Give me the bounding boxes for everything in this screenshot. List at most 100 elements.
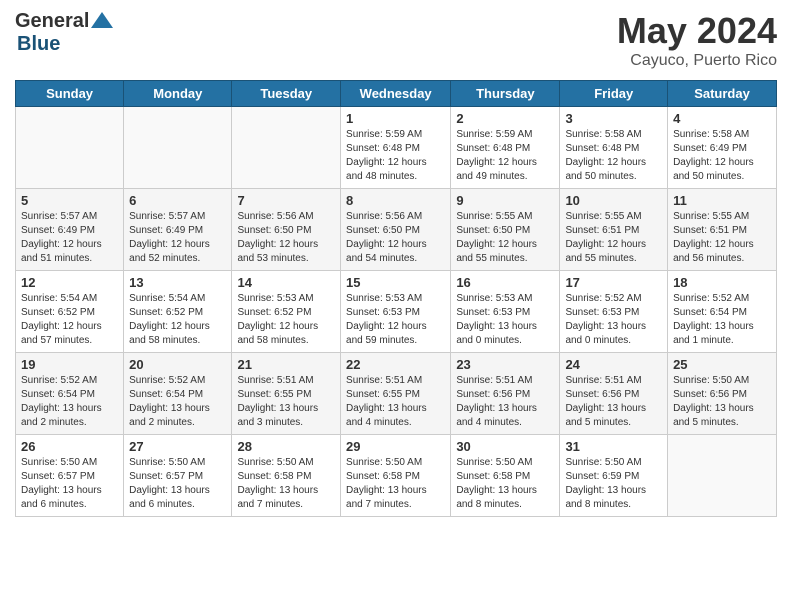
day-info: Sunrise: 5:51 AM Sunset: 6:55 PM Dayligh… — [237, 374, 335, 430]
day-number: 14 — [237, 275, 335, 290]
calendar-cell: 16 Sunrise: 5:53 AM Sunset: 6:53 PM Dayli… — [451, 271, 560, 353]
day-info: Sunrise: 5:54 AM Sunset: 6:52 PM Dayligh… — [129, 292, 226, 348]
calendar-cell: 19 Sunrise: 5:52 AM Sunset: 6:54 PM Dayli… — [16, 353, 124, 435]
calendar-cell — [668, 435, 777, 517]
calendar-cell: 7Sunrise: 5:56 AM Sunset: 6:50 PM Daylig… — [232, 189, 341, 271]
day-info: Sunrise: 5:59 AM Sunset: 6:48 PM Dayligh… — [456, 128, 554, 184]
day-header-thursday: Thursday — [451, 81, 560, 107]
day-number: 22 — [346, 357, 445, 372]
calendar-cell: 31 Sunrise: 5:50 AM Sunset: 6:59 PM Dayli… — [560, 435, 668, 517]
day-info: Sunrise: 5:50 AM Sunset: 6:58 PM Dayligh… — [456, 456, 554, 512]
week-row-2: 12Sunrise: 5:54 AM Sunset: 6:52 PM Dayli… — [16, 271, 777, 353]
day-number: 19 — [21, 357, 118, 372]
calendar-cell — [124, 107, 232, 189]
day-info: Sunrise: 5:53 AM Sunset: 6:53 PM Dayligh… — [456, 292, 554, 348]
title-section: May 2024 Cayuco, Puerto Rico — [617, 10, 777, 70]
calendar-cell: 6 Sunrise: 5:57 AM Sunset: 6:49 PM Daylig… — [124, 189, 232, 271]
calendar-cell: 1 Sunrise: 5:59 AM Sunset: 6:48 PM Daylig… — [341, 107, 451, 189]
day-number: 10 — [565, 193, 662, 208]
logo-blue: Blue — [17, 33, 60, 55]
day-number: 31 — [565, 439, 662, 454]
day-header-wednesday: Wednesday — [341, 81, 451, 107]
day-info: Sunrise: 5:58 AM Sunset: 6:49 PM Dayligh… — [673, 128, 771, 184]
day-info: Sunrise: 5:53 AM Sunset: 6:52 PM Dayligh… — [237, 292, 335, 348]
day-info: Sunrise: 5:56 AM Sunset: 6:50 PM Dayligh… — [346, 210, 445, 266]
day-number: 8 — [346, 193, 445, 208]
day-info: Sunrise: 5:50 AM Sunset: 6:57 PM Dayligh… — [21, 456, 118, 512]
day-info: Sunrise: 5:54 AM Sunset: 6:52 PM Dayligh… — [21, 292, 118, 348]
day-header-monday: Monday — [124, 81, 232, 107]
calendar-cell: 23 Sunrise: 5:51 AM Sunset: 6:56 PM Dayli… — [451, 353, 560, 435]
day-info: Sunrise: 5:52 AM Sunset: 6:53 PM Dayligh… — [565, 292, 662, 348]
day-number: 28 — [237, 439, 335, 454]
day-number: 6 — [129, 193, 226, 208]
calendar-cell: 13 Sunrise: 5:54 AM Sunset: 6:52 PM Dayli… — [124, 271, 232, 353]
calendar-cell: 2 Sunrise: 5:59 AM Sunset: 6:48 PM Daylig… — [451, 107, 560, 189]
day-number: 1 — [346, 111, 445, 126]
day-number: 16 — [456, 275, 554, 290]
day-info: Sunrise: 5:51 AM Sunset: 6:55 PM Dayligh… — [346, 374, 445, 430]
calendar-cell: 29 Sunrise: 5:50 AM Sunset: 6:58 PM Dayli… — [341, 435, 451, 517]
calendar-cell: 28 Sunrise: 5:50 AM Sunset: 6:58 PM Dayli… — [232, 435, 341, 517]
day-info: Sunrise: 5:51 AM Sunset: 6:56 PM Dayligh… — [565, 374, 662, 430]
calendar-cell: 4 Sunrise: 5:58 AM Sunset: 6:49 PM Daylig… — [668, 107, 777, 189]
calendar-cell: 24Sunrise: 5:51 AM Sunset: 6:56 PM Dayli… — [560, 353, 668, 435]
day-number: 13 — [129, 275, 226, 290]
calendar-cell: 5Sunrise: 5:57 AM Sunset: 6:49 PM Daylig… — [16, 189, 124, 271]
day-info: Sunrise: 5:55 AM Sunset: 6:50 PM Dayligh… — [456, 210, 554, 266]
calendar-cell — [16, 107, 124, 189]
day-info: Sunrise: 5:52 AM Sunset: 6:54 PM Dayligh… — [21, 374, 118, 430]
day-info: Sunrise: 5:50 AM Sunset: 6:58 PM Dayligh… — [346, 456, 445, 512]
day-number: 2 — [456, 111, 554, 126]
calendar-cell: 15 Sunrise: 5:53 AM Sunset: 6:53 PM Dayli… — [341, 271, 451, 353]
calendar-cell: 22 Sunrise: 5:51 AM Sunset: 6:55 PM Dayli… — [341, 353, 451, 435]
logo: General Blue — [15, 10, 113, 56]
day-number: 17 — [565, 275, 662, 290]
calendar: SundayMondayTuesdayWednesdayThursdayFrid… — [15, 80, 777, 517]
day-number: 15 — [346, 275, 445, 290]
day-header-friday: Friday — [560, 81, 668, 107]
page: General Blue May 2024 Cayuco, Puerto Ric… — [0, 0, 792, 612]
day-number: 18 — [673, 275, 771, 290]
calendar-cell: 27Sunrise: 5:50 AM Sunset: 6:57 PM Dayli… — [124, 435, 232, 517]
day-number: 11 — [673, 193, 771, 208]
day-info: Sunrise: 5:52 AM Sunset: 6:54 PM Dayligh… — [673, 292, 771, 348]
day-number: 29 — [346, 439, 445, 454]
calendar-cell: 9 Sunrise: 5:55 AM Sunset: 6:50 PM Daylig… — [451, 189, 560, 271]
week-row-1: 5Sunrise: 5:57 AM Sunset: 6:49 PM Daylig… — [16, 189, 777, 271]
calendar-cell: 18 Sunrise: 5:52 AM Sunset: 6:54 PM Dayli… — [668, 271, 777, 353]
day-header-tuesday: Tuesday — [232, 81, 341, 107]
calendar-cell: 11 Sunrise: 5:55 AM Sunset: 6:51 PM Dayli… — [668, 189, 777, 271]
day-header-sunday: Sunday — [16, 81, 124, 107]
calendar-cell: 21 Sunrise: 5:51 AM Sunset: 6:55 PM Dayli… — [232, 353, 341, 435]
day-number: 30 — [456, 439, 554, 454]
day-info: Sunrise: 5:52 AM Sunset: 6:54 PM Dayligh… — [129, 374, 226, 430]
calendar-cell: 17 Sunrise: 5:52 AM Sunset: 6:53 PM Dayli… — [560, 271, 668, 353]
calendar-cell — [232, 107, 341, 189]
day-number: 23 — [456, 357, 554, 372]
calendar-cell: 14 Sunrise: 5:53 AM Sunset: 6:52 PM Dayli… — [232, 271, 341, 353]
day-info: Sunrise: 5:51 AM Sunset: 6:56 PM Dayligh… — [456, 374, 554, 430]
header: General Blue May 2024 Cayuco, Puerto Ric… — [15, 10, 777, 70]
day-number: 4 — [673, 111, 771, 126]
main-title: May 2024 — [617, 10, 777, 52]
day-info: Sunrise: 5:53 AM Sunset: 6:53 PM Dayligh… — [346, 292, 445, 348]
week-row-3: 19 Sunrise: 5:52 AM Sunset: 6:54 PM Dayli… — [16, 353, 777, 435]
day-number: 26 — [21, 439, 118, 454]
calendar-cell: 25Sunrise: 5:50 AM Sunset: 6:56 PM Dayli… — [668, 353, 777, 435]
calendar-cell: 12Sunrise: 5:54 AM Sunset: 6:52 PM Dayli… — [16, 271, 124, 353]
day-info: Sunrise: 5:55 AM Sunset: 6:51 PM Dayligh… — [673, 210, 771, 266]
day-number: 21 — [237, 357, 335, 372]
days-header-row: SundayMondayTuesdayWednesdayThursdayFrid… — [16, 81, 777, 107]
calendar-cell: 8 Sunrise: 5:56 AM Sunset: 6:50 PM Daylig… — [341, 189, 451, 271]
logo-general: General — [15, 10, 89, 33]
day-number: 9 — [456, 193, 554, 208]
day-info: Sunrise: 5:57 AM Sunset: 6:49 PM Dayligh… — [21, 210, 118, 266]
day-info: Sunrise: 5:50 AM Sunset: 6:59 PM Dayligh… — [565, 456, 662, 512]
day-info: Sunrise: 5:59 AM Sunset: 6:48 PM Dayligh… — [346, 128, 445, 184]
calendar-cell: 3Sunrise: 5:58 AM Sunset: 6:48 PM Daylig… — [560, 107, 668, 189]
day-header-saturday: Saturday — [668, 81, 777, 107]
day-info: Sunrise: 5:57 AM Sunset: 6:49 PM Dayligh… — [129, 210, 226, 266]
calendar-cell: 26 Sunrise: 5:50 AM Sunset: 6:57 PM Dayli… — [16, 435, 124, 517]
day-info: Sunrise: 5:50 AM Sunset: 6:58 PM Dayligh… — [237, 456, 335, 512]
